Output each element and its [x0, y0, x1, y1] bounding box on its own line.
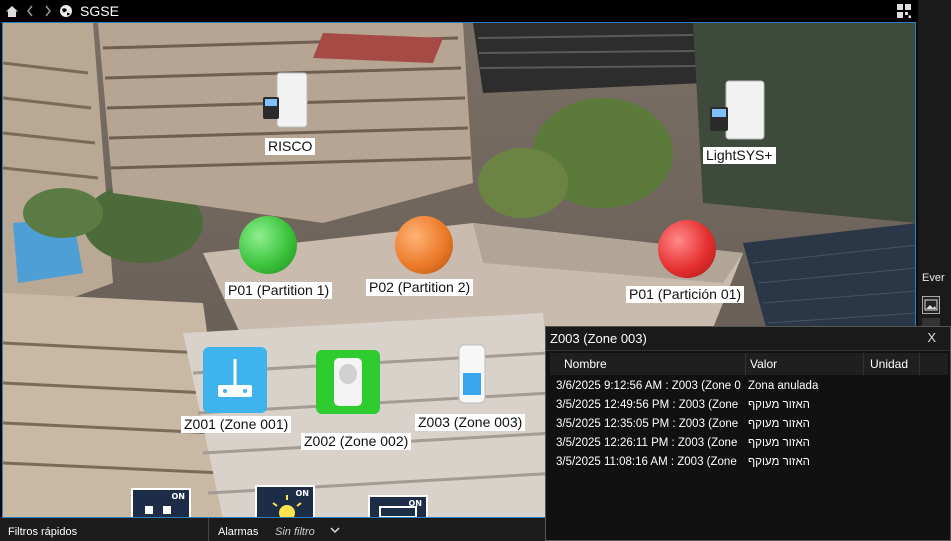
image-icon[interactable]	[922, 296, 940, 314]
cell-valor: האזור מעוקף	[748, 398, 810, 411]
pir-detector-icon[interactable]	[316, 350, 380, 414]
forward-icon[interactable]	[40, 3, 56, 19]
sensor-icon[interactable]	[203, 347, 267, 413]
column-header-nombre[interactable]: Nombre	[550, 353, 746, 375]
partition-status-red[interactable]	[658, 220, 716, 278]
window-title: SGSE	[80, 3, 119, 19]
quick-filters-label[interactable]: Filtros rápidos	[8, 526, 77, 538]
events-label: Ever	[922, 272, 945, 284]
globe-icon[interactable]	[58, 3, 74, 19]
zone-label-z001[interactable]: Z001 (Zone 001)	[181, 416, 292, 433]
cell-nombre: 3/5/2025 12:26:11 PM : Z003 (Zone	[556, 436, 738, 449]
cell-nombre: 3/6/2025 9:12:56 AM : Z003 (Zone 0	[556, 379, 741, 392]
zone-history-popup: Z003 (Zone 003) X Nombre Valor Unidad 3/…	[545, 326, 951, 541]
lightbulb-toggle[interactable]: ON	[255, 485, 315, 517]
table-row[interactable]: 3/5/2025 11:08:16 AM : Z003 (Zone האזור …	[550, 452, 948, 471]
cell-valor: Zona anulada	[748, 379, 819, 392]
partition-status-green[interactable]	[239, 216, 297, 274]
cell-nombre: 3/5/2025 12:35:05 PM : Z003 (Zone	[556, 417, 739, 430]
back-icon[interactable]	[22, 3, 38, 19]
title-bar: SGSE	[0, 0, 918, 22]
partition-status-orange[interactable]	[395, 216, 453, 274]
control-panel-icon[interactable]	[708, 79, 766, 141]
table-row[interactable]: 3/5/2025 12:26:11 PM : Z003 (Zone האזור …	[550, 433, 948, 452]
zone-label-z002[interactable]: Z002 (Zone 002)	[301, 433, 412, 450]
cell-valor: האזור מעוקף	[748, 455, 810, 468]
popup-title: Z003 (Zone 003)	[550, 331, 647, 346]
cell-valor: האזור מעוקף	[748, 417, 810, 430]
cell-nombre: 3/5/2025 12:49:56 PM : Z003 (Zone	[556, 398, 739, 411]
table-row[interactable]: 3/6/2025 9:12:56 AM : Z003 (Zone 0 Zona …	[550, 376, 948, 395]
alarms-label: Alarmas	[218, 526, 259, 538]
chevron-down-icon[interactable]	[330, 523, 340, 537]
table-header: Nombre Valor Unidad	[550, 353, 948, 375]
column-header-unidad[interactable]: Unidad	[864, 353, 920, 375]
table-row[interactable]: 3/5/2025 12:49:56 PM : Z003 (Zone האזור …	[550, 395, 948, 414]
home-icon[interactable]	[4, 3, 20, 19]
partition-label-p01[interactable]: P01 (Partition 1)	[225, 282, 333, 299]
status-bar: Filtros rápidos Alarmas Sin filtro	[0, 518, 545, 541]
table-row[interactable]: 3/5/2025 12:35:05 PM : Z003 (Zone האזור …	[550, 414, 948, 433]
layout-grid-icon[interactable]	[896, 3, 912, 19]
divider	[208, 518, 209, 541]
popup-header: Z003 (Zone 003)	[546, 327, 950, 351]
cell-nombre: 3/5/2025 11:08:16 AM : Z003 (Zone	[556, 455, 737, 468]
app-root: SGSE RISCO LightSYS+ P01 (Partition 1) P…	[0, 0, 951, 541]
output-toggle-2[interactable]: ON	[368, 495, 428, 517]
output-toggle-1[interactable]: ON	[131, 488, 191, 517]
close-button[interactable]: X	[927, 330, 936, 345]
control-panel-icon[interactable]	[261, 71, 309, 129]
alarm-filter-value[interactable]: Sin filtro	[275, 526, 315, 538]
cell-valor: האזור מעוקף	[748, 436, 810, 449]
partition-label-p01-es[interactable]: P01 (Partición 01)	[626, 286, 745, 303]
pir-detector-icon[interactable]	[451, 343, 491, 407]
partition-label-p02[interactable]: P02 (Partition 2)	[366, 279, 474, 296]
zone-label-z003[interactable]: Z003 (Zone 003)	[415, 414, 526, 431]
panel-label-lightsys[interactable]: LightSYS+	[703, 147, 776, 164]
panel-label-risco[interactable]: RISCO	[265, 138, 316, 155]
column-header-valor[interactable]: Valor	[746, 353, 864, 375]
